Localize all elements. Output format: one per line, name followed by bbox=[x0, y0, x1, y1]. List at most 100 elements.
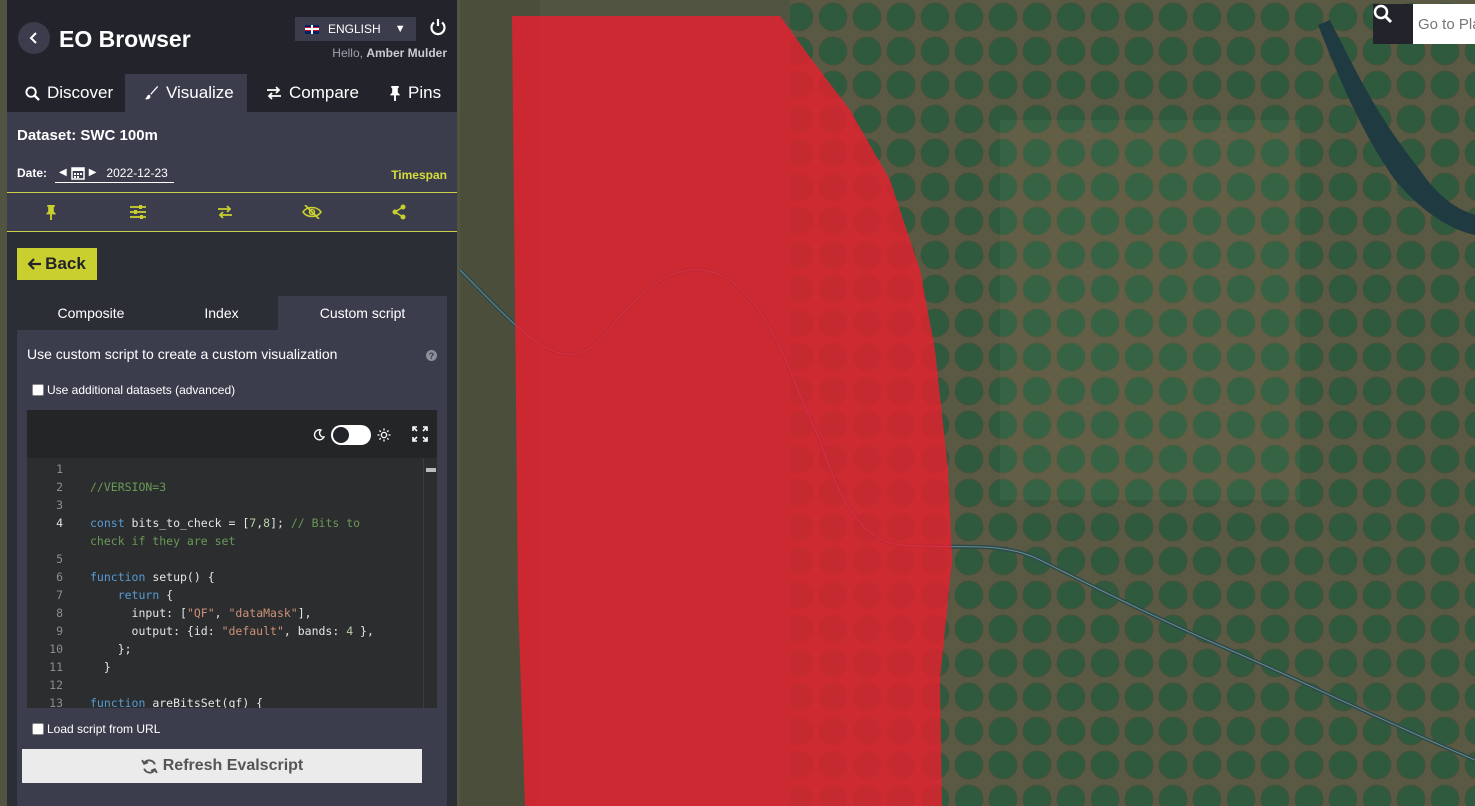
date-picker[interactable]: ◀ ▶ 2022-12-23 bbox=[55, 163, 174, 183]
help-icon[interactable]: ? bbox=[426, 350, 437, 361]
load-from-url-checkbox[interactable]: Load script from URL bbox=[32, 722, 160, 736]
fullscreen-button[interactable] bbox=[412, 426, 428, 447]
expand-icon bbox=[412, 426, 428, 442]
sliders-icon bbox=[129, 205, 146, 219]
power-icon bbox=[430, 19, 446, 36]
language-label: ENGLISH bbox=[328, 22, 381, 36]
code-line: } bbox=[90, 660, 111, 674]
greeting-text: Hello, bbox=[332, 46, 363, 60]
pin-icon bbox=[45, 204, 56, 220]
logout-button[interactable] bbox=[429, 18, 447, 41]
user-greeting: Hello, Amber Mulder bbox=[332, 46, 447, 60]
line-number: 6 bbox=[56, 570, 63, 584]
pin-icon bbox=[390, 85, 400, 101]
toggle-visibility-button[interactable] bbox=[268, 205, 355, 219]
line-number: 2 bbox=[56, 480, 63, 494]
line-number: 7 bbox=[56, 588, 63, 602]
line-number: 4 bbox=[56, 516, 63, 530]
location-search[interactable] bbox=[1373, 4, 1475, 44]
layer-toolbar bbox=[7, 192, 457, 232]
line-number: 1 bbox=[56, 462, 63, 476]
tab-index[interactable]: Index bbox=[165, 296, 278, 330]
tab-pins[interactable]: Pins bbox=[367, 74, 457, 112]
search-icon bbox=[25, 85, 40, 101]
date-bar: Date: ◀ ▶ 2022-12-23 bbox=[17, 162, 447, 184]
tab-visualize-label: Visualize bbox=[166, 83, 234, 102]
additional-datasets-label: Use additional datasets (advanced) bbox=[47, 383, 236, 397]
date-value[interactable]: 2022-12-23 bbox=[106, 166, 167, 180]
checkbox-unchecked[interactable] bbox=[32, 723, 44, 735]
refresh-icon bbox=[140, 758, 158, 774]
code-line: function setup() { bbox=[90, 570, 215, 584]
date-label: Date: bbox=[17, 166, 48, 180]
custom-script-description: Use custom script to create a custom vis… bbox=[27, 346, 338, 362]
checkbox-unchecked[interactable] bbox=[32, 384, 44, 396]
line-number: 9 bbox=[56, 624, 63, 638]
next-date-icon[interactable]: ▶ bbox=[89, 167, 97, 178]
share-button[interactable] bbox=[355, 204, 442, 220]
line-number: 12 bbox=[49, 678, 63, 692]
compare-arrows-icon bbox=[267, 86, 281, 100]
refresh-label: Refresh Evalscript bbox=[162, 757, 304, 774]
theme-toggle[interactable] bbox=[313, 425, 391, 445]
line-number: 10 bbox=[49, 642, 63, 656]
back-button[interactable]: Back bbox=[17, 248, 97, 280]
arrow-left-icon bbox=[28, 258, 42, 270]
back-button-label: Back bbox=[45, 254, 86, 273]
code-line: output: {id: "default", bands: 4 }, bbox=[90, 624, 374, 638]
timespan-link[interactable]: Timespan bbox=[391, 168, 447, 182]
code-line: //VERSION=3 bbox=[90, 480, 167, 494]
tab-visualize[interactable]: Visualize bbox=[125, 74, 247, 112]
search-icon bbox=[1373, 4, 1393, 24]
tab-pins-label: Pins bbox=[408, 83, 442, 102]
language-selector[interactable]: ENGLISH ▼ bbox=[295, 17, 416, 41]
uk-flag-icon bbox=[305, 24, 319, 34]
calendar-icon[interactable] bbox=[70, 166, 85, 180]
compare-button[interactable] bbox=[181, 205, 268, 219]
tab-compare[interactable]: Compare bbox=[247, 74, 367, 112]
code-line: input: ["QF", "dataMask"], bbox=[90, 606, 312, 620]
sun-icon bbox=[377, 428, 391, 442]
code-editor[interactable]: 1 2//VERSION=3 3 4 const bits_to_check = [7,… bbox=[27, 410, 437, 708]
scrollbar-thumb[interactable] bbox=[426, 468, 436, 472]
code-line: }; bbox=[90, 642, 132, 656]
search-input[interactable] bbox=[1413, 4, 1475, 44]
code-line: return { bbox=[117, 588, 174, 602]
tab-compare-label: Compare bbox=[289, 83, 359, 102]
sidebar-panel: EO Browser ENGLISH ▼ Hello, Amber Mulder… bbox=[7, 0, 457, 806]
visualization-content: Back Composite Index Custom script Use c… bbox=[7, 232, 457, 806]
theme-switch[interactable] bbox=[331, 425, 371, 445]
app-title: EO Browser bbox=[59, 26, 191, 52]
line-number: 5 bbox=[56, 552, 63, 566]
refresh-evalscript-button[interactable]: Refresh Evalscript bbox=[22, 749, 422, 783]
pin-button[interactable] bbox=[7, 204, 94, 220]
switch-knob bbox=[333, 427, 349, 443]
eye-slash-icon bbox=[301, 205, 322, 219]
compare-arrows-icon bbox=[217, 205, 232, 219]
line-number: 3 bbox=[56, 498, 63, 512]
paintbrush-icon bbox=[145, 86, 159, 100]
tab-composite[interactable]: Composite bbox=[17, 296, 165, 330]
load-from-url-label: Load script from URL bbox=[47, 722, 161, 736]
user-name: Amber Mulder bbox=[366, 46, 447, 60]
effects-button[interactable] bbox=[94, 205, 181, 219]
editor-scrollbar[interactable] bbox=[423, 458, 437, 708]
prev-date-icon[interactable]: ◀ bbox=[59, 167, 67, 178]
main-tabs: Discover Visualize Compare Pins bbox=[7, 74, 457, 112]
collapse-panel-button[interactable] bbox=[18, 22, 50, 54]
tab-discover[interactable]: Discover bbox=[7, 74, 125, 112]
moon-icon bbox=[313, 429, 325, 441]
caret-down-icon: ▼ bbox=[394, 23, 406, 35]
line-number: 11 bbox=[49, 660, 63, 674]
line-number: 13 bbox=[49, 696, 63, 708]
editor-toolbar bbox=[27, 410, 437, 458]
code-line: function areBitsSet(qf) { bbox=[90, 696, 264, 708]
dataset-title: Dataset: SWC 100m bbox=[17, 127, 158, 144]
panel-header: EO Browser ENGLISH ▼ Hello, Amber Mulder bbox=[7, 0, 457, 74]
custom-script-panel: Use custom script to create a custom vis… bbox=[17, 330, 447, 806]
code-content[interactable]: 1 2//VERSION=3 3 4 const bits_to_check = [7,… bbox=[27, 458, 423, 708]
tab-custom-script[interactable]: Custom script bbox=[278, 296, 447, 330]
additional-datasets-checkbox[interactable]: Use additional datasets (advanced) bbox=[32, 383, 235, 397]
chevron-left-icon bbox=[29, 32, 37, 44]
search-button[interactable] bbox=[1373, 4, 1413, 44]
